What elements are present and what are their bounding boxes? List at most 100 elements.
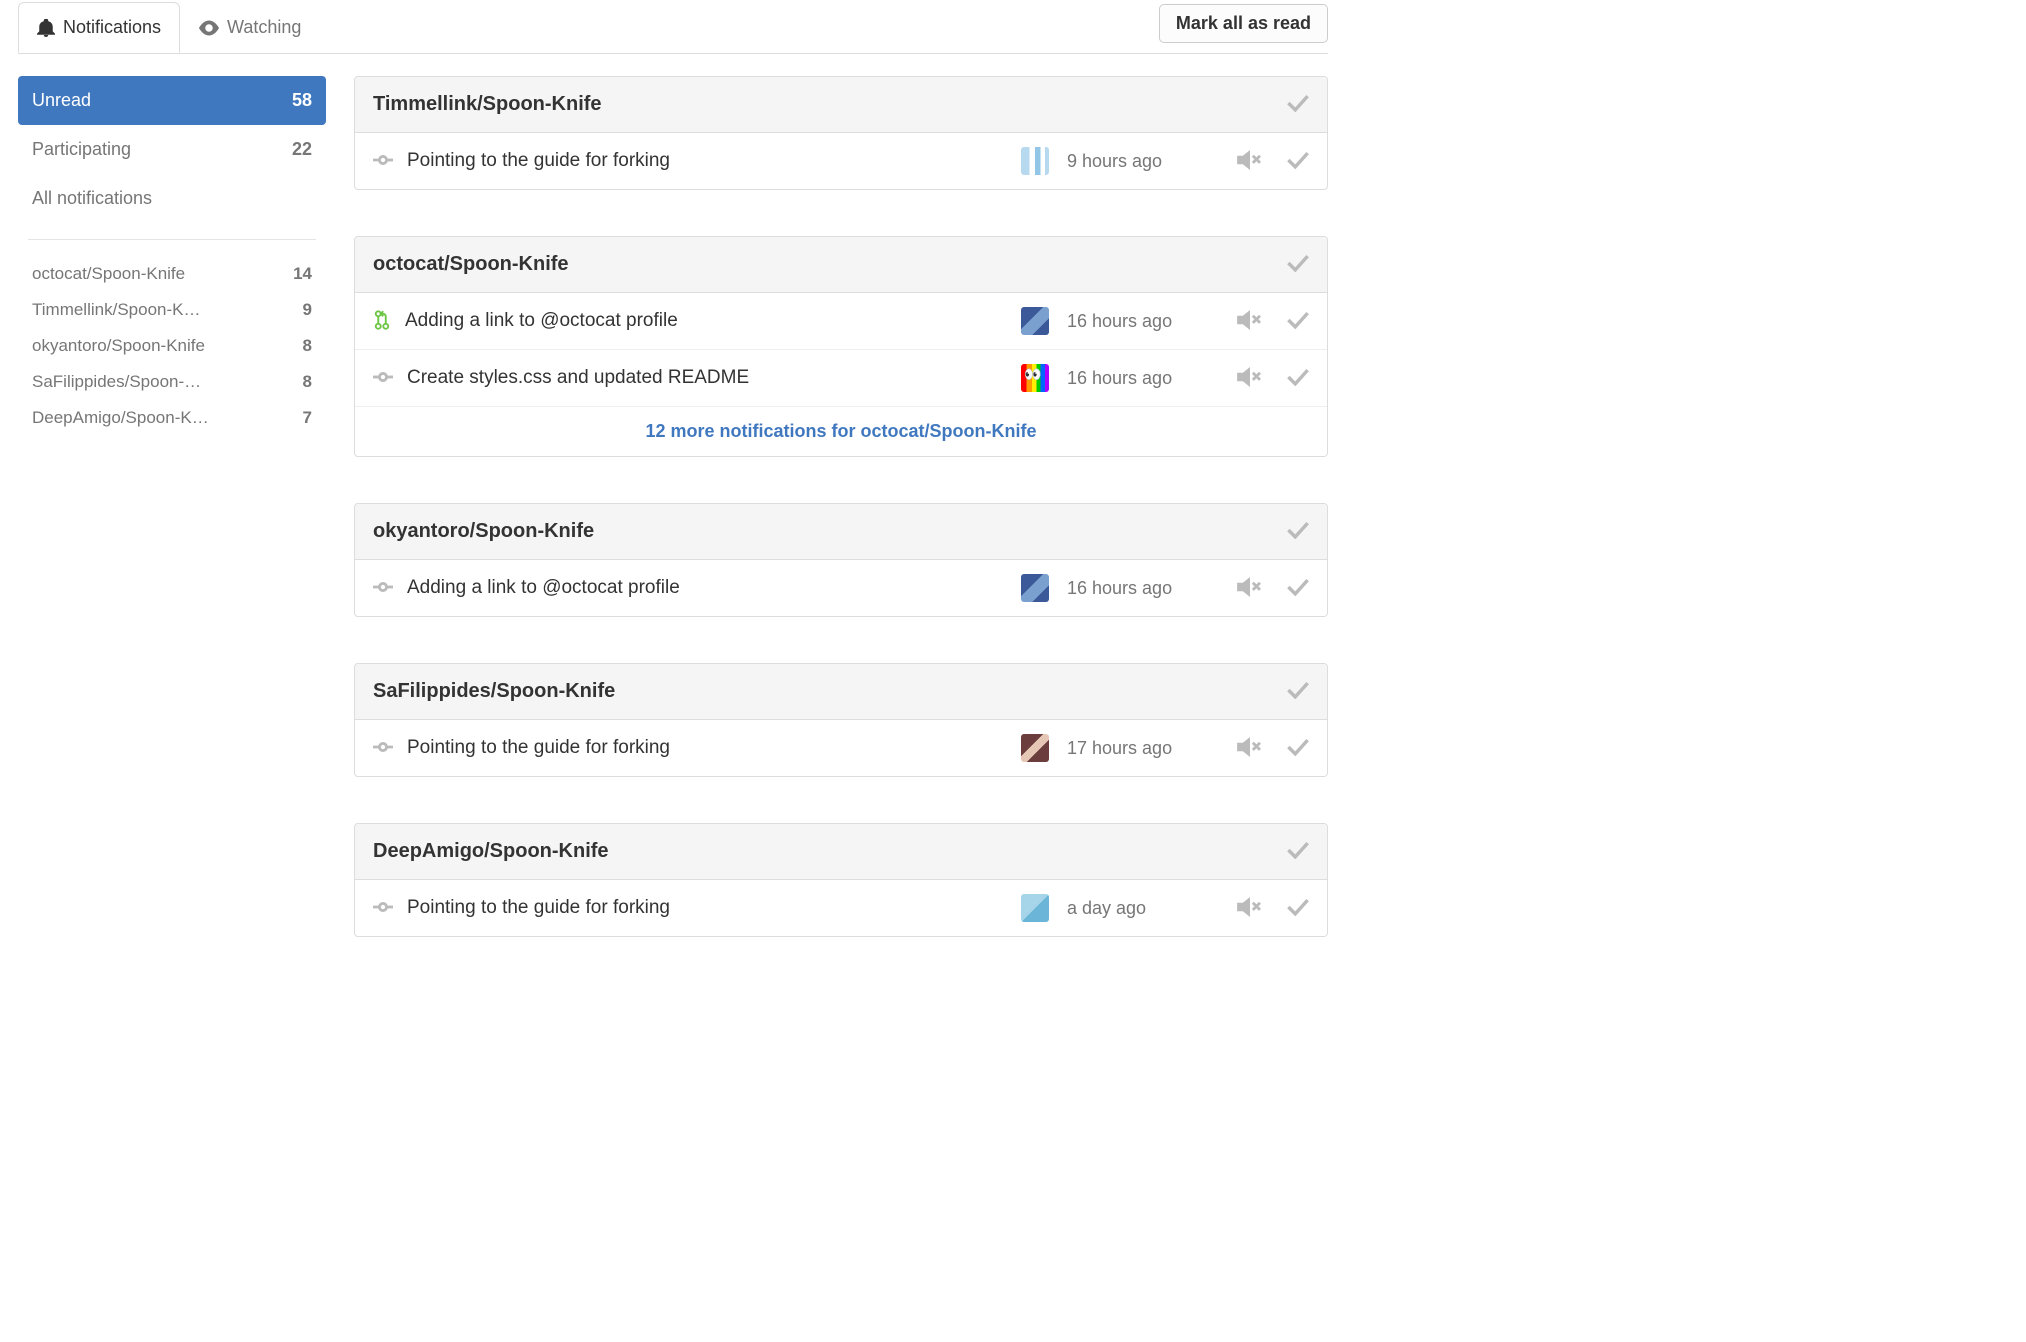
check-icon	[1287, 368, 1309, 389]
check-icon	[1287, 151, 1309, 172]
notification-subject[interactable]: Pointing to the guide for forking	[407, 150, 670, 172]
repo-name: okyantoro/Spoon-Knife	[32, 336, 205, 356]
mark-group-read-button[interactable]	[1287, 521, 1309, 542]
filter-count: 58	[292, 90, 312, 111]
sidebar-repo-filter[interactable]: Timmellink/Spoon-K… 9	[18, 292, 326, 328]
check-icon	[1287, 94, 1309, 115]
notification-group: okyantoro/Spoon-Knife Adding a link to @o…	[354, 503, 1328, 617]
mark-all-as-read-button[interactable]: Mark all as read	[1159, 4, 1328, 43]
filter-label: All notifications	[32, 188, 152, 209]
notification-row[interactable]: Pointing to the guide for forking 17 hour…	[355, 720, 1327, 776]
commit-icon	[373, 578, 393, 599]
check-icon	[1287, 738, 1309, 759]
notification-row[interactable]: Pointing to the guide for forking a day a…	[355, 880, 1327, 936]
sidebar-repo-filter[interactable]: SaFilippides/Spoon-…8	[18, 364, 326, 400]
notification-group: DeepAmigo/Spoon-Knife Pointing to the gui…	[354, 823, 1328, 937]
mute-button[interactable]	[1237, 737, 1263, 760]
mark-read-button[interactable]	[1287, 738, 1309, 759]
group-title[interactable]: Timmellink/Spoon-Knife	[373, 93, 602, 116]
notification-time: 17 hours ago	[1067, 738, 1227, 759]
repo-count: 7	[303, 408, 312, 428]
avatar[interactable]	[1021, 894, 1049, 922]
notifications-list: Timmellink/Spoon-Knife Pointing to the gu…	[354, 76, 1328, 983]
notification-row[interactable]: Adding a link to @octocat profile 16 hour…	[355, 560, 1327, 616]
check-icon	[1287, 578, 1309, 599]
mark-read-button[interactable]	[1287, 898, 1309, 919]
mute-button[interactable]	[1237, 577, 1263, 600]
mark-group-read-button[interactable]	[1287, 841, 1309, 862]
repo-count: 9	[303, 300, 312, 320]
avatar[interactable]	[1021, 364, 1049, 392]
mark-read-button[interactable]	[1287, 368, 1309, 389]
more-notifications-link[interactable]: 12 more notifications for octocat/Spoon-…	[355, 407, 1327, 456]
group-title[interactable]: okyantoro/Spoon-Knife	[373, 520, 594, 543]
sidebar: Unread 58 Participating 22 All notificat…	[18, 76, 326, 983]
mute-icon	[1237, 150, 1263, 173]
notification-subject[interactable]: Adding a link to @octocat profile	[407, 577, 680, 599]
notification-time: 16 hours ago	[1067, 368, 1227, 389]
group-header: DeepAmigo/Spoon-Knife	[355, 824, 1327, 880]
bell-icon	[37, 19, 55, 37]
mark-read-button[interactable]	[1287, 311, 1309, 332]
notification-subject[interactable]: Pointing to the guide for forking	[407, 897, 670, 919]
divider	[28, 239, 316, 240]
notification-subject[interactable]: Pointing to the guide for forking	[407, 737, 670, 759]
notification-group: octocat/Spoon-Knife Adding a link to @oct…	[354, 236, 1328, 457]
commit-icon	[373, 898, 393, 919]
notification-row[interactable]: Create styles.css and updated README 16 h…	[355, 350, 1327, 407]
mute-button[interactable]	[1237, 310, 1263, 333]
filter-participating[interactable]: Participating 22	[18, 125, 326, 174]
avatar[interactable]	[1021, 307, 1049, 335]
group-title[interactable]: SaFilippides/Spoon-Knife	[373, 680, 615, 703]
mark-read-button[interactable]	[1287, 578, 1309, 599]
notification-time: 16 hours ago	[1067, 578, 1227, 599]
group-header: Timmellink/Spoon-Knife	[355, 77, 1327, 133]
repo-count: 8	[303, 372, 312, 392]
notification-group: SaFilippides/Spoon-Knife Pointing to the …	[354, 663, 1328, 777]
repo-count: 14	[293, 264, 312, 284]
notification-subject[interactable]: Adding a link to @octocat profile	[405, 310, 678, 332]
tab-label: Notifications	[63, 17, 161, 38]
check-icon	[1287, 898, 1309, 919]
mute-button[interactable]	[1237, 897, 1263, 920]
filter-all-notifications[interactable]: All notifications	[18, 174, 326, 223]
check-icon	[1287, 254, 1309, 275]
mark-group-read-button[interactable]	[1287, 94, 1309, 115]
filter-unread[interactable]: Unread 58	[18, 76, 326, 125]
notification-subject[interactable]: Create styles.css and updated README	[407, 367, 749, 389]
filter-label: Participating	[32, 139, 131, 160]
mute-button[interactable]	[1237, 367, 1263, 390]
group-header: okyantoro/Spoon-Knife	[355, 504, 1327, 560]
filter-count: 22	[292, 139, 312, 160]
commit-icon	[373, 151, 393, 172]
mark-group-read-button[interactable]	[1287, 681, 1309, 702]
mark-group-read-button[interactable]	[1287, 254, 1309, 275]
mute-icon	[1237, 577, 1263, 600]
avatar[interactable]	[1021, 734, 1049, 762]
notification-time: 9 hours ago	[1067, 151, 1227, 172]
notification-row[interactable]: Pointing to the guide for forking 9 hours…	[355, 133, 1327, 189]
mute-button[interactable]	[1237, 150, 1263, 173]
avatar[interactable]	[1021, 574, 1049, 602]
filter-label: Unread	[32, 90, 91, 111]
repo-name: DeepAmigo/Spoon-K…	[32, 408, 209, 428]
commit-icon	[373, 738, 393, 759]
sidebar-repo-filter[interactable]: okyantoro/Spoon-Knife8	[18, 328, 326, 364]
repo-name: Timmellink/Spoon-K…	[32, 300, 200, 320]
notification-row[interactable]: Adding a link to @octocat profile16 hour…	[355, 293, 1327, 350]
sidebar-repo-filter[interactable]: DeepAmigo/Spoon-K… 7	[18, 400, 326, 436]
sidebar-repo-filter[interactable]: octocat/Spoon-Knife14	[18, 256, 326, 292]
group-title[interactable]: DeepAmigo/Spoon-Knife	[373, 840, 609, 863]
tab-watching[interactable]: Watching	[180, 2, 320, 53]
avatar[interactable]	[1021, 147, 1049, 175]
check-icon	[1287, 311, 1309, 332]
mute-icon	[1237, 310, 1263, 333]
tab-notifications[interactable]: Notifications	[18, 2, 180, 53]
eye-icon	[199, 20, 219, 36]
group-title[interactable]: octocat/Spoon-Knife	[373, 253, 569, 276]
pull-request-icon	[373, 310, 391, 333]
check-icon	[1287, 681, 1309, 702]
notification-time: a day ago	[1067, 898, 1227, 919]
commit-icon	[373, 368, 393, 389]
mark-read-button[interactable]	[1287, 151, 1309, 172]
